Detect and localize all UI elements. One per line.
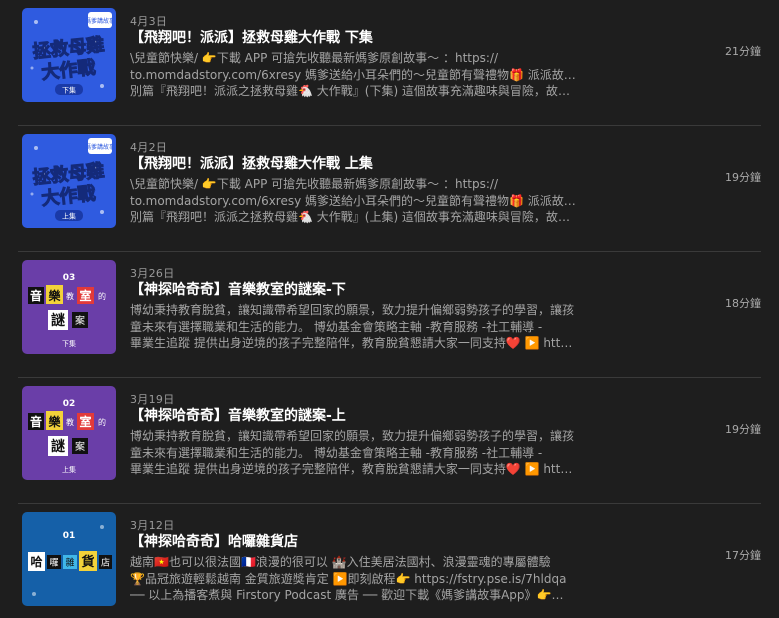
cover-letter: 謎: [51, 312, 65, 329]
episode-duration: 19分鐘: [725, 423, 761, 436]
episode-description: \兒童節快樂/ 👉下載 APP 可搶先收聽最新媽爹原創故事～ ：https://…: [130, 50, 580, 100]
cover-letter: 店: [101, 557, 110, 569]
description-line: to.momdadstory.com/6xresy 媽爹送給小耳朵們的～兒童節有…: [130, 193, 580, 208]
episode-title[interactable]: 【神探哈奇奇】音樂教室的謎案-上: [130, 405, 346, 425]
description-line: 🏆品冠旅遊輕鬆越南 金質旅遊獎肯定 ▶️即刻啟程👉 https://fstry.…: [130, 571, 567, 586]
cover-letter: 案: [75, 314, 85, 327]
cover-badge: 下集: [62, 86, 76, 95]
episode-description: \兒童節快樂/ 👉下載 APP 可搶先收聽最新媽爹原創故事～ ：https://…: [130, 176, 580, 226]
cover-corner-text: 媽爹講故事: [85, 143, 115, 151]
cover-letter: 雜: [65, 557, 74, 569]
cover-letter: 囉: [49, 558, 58, 569]
episode-title[interactable]: 【飛翔吧！派派】拯救母雞大作戰 上集: [130, 153, 373, 173]
cover-art: 媽爹講故事 拯救母雞 大作戰 上集: [22, 134, 116, 228]
cover-episode-number: 03: [63, 273, 76, 283]
description-line: 畢業生追蹤 提供出身逆境的孩子完整陪伴，教育脫貧懇請大家一同支持❤️ ▶️ ht…: [130, 336, 573, 350]
episode-list: 媽爹講故事 拯救母雞 大作戰 下集 4月3日 【飛翔吧！派派】拯救母雞大作戰 下…: [0, 0, 779, 618]
cover-letter: 教: [66, 417, 74, 427]
cover-letter: 案: [75, 440, 85, 453]
episode-cover[interactable]: 01 哈 囉 雜 貨 店: [22, 512, 116, 606]
cover-letter: 室: [79, 288, 91, 303]
episode-row[interactable]: 03 音 樂 教 室 的 謎 案 下集 3月26日 【神探哈奇奇】音樂教室的謎案…: [0, 252, 779, 378]
episode-duration: 18分鐘: [725, 297, 761, 310]
episode-description: 越南🇻🇳也可以很法國🇫🇷浪漫的很可以 🏰入住美居法國村、浪漫靈魂的專屬體驗 🏆品…: [130, 554, 580, 604]
cover-corner-text: 媽爹講故事: [85, 17, 115, 25]
episode-row[interactable]: 02 音 樂 教 室 的 謎 案 上集 3月19日 【神探哈奇奇】音樂教室的謎案…: [0, 378, 779, 504]
episode-title[interactable]: 【飛翔吧！派派】拯救母雞大作戰 下集: [130, 27, 373, 47]
description-line: 別篇『飛翔吧！派派之拯救母雞🐔 大作戰』(上集) 這個故事充滿趣味與冒險，故事…: [130, 210, 580, 224]
cover-letter: 音: [30, 288, 42, 303]
episode-row[interactable]: 媽爹講故事 拯救母雞 大作戰 下集 4月3日 【飛翔吧！派派】拯救母雞大作戰 下…: [0, 0, 779, 126]
episode-cover[interactable]: 03 音 樂 教 室 的 謎 案 下集: [22, 260, 116, 354]
cover-letter: 貨: [81, 554, 94, 570]
description-line: \兒童節快樂/ 👉下載 APP 可搶先收聽最新媽爹原創故事～ ：https://: [130, 51, 498, 65]
cover-letter: 的: [98, 417, 106, 427]
episode-cover[interactable]: 媽爹講故事 拯救母雞 大作戰 下集: [22, 8, 116, 102]
cover-badge: 上集: [62, 465, 76, 474]
episode-row[interactable]: 媽爹講故事 拯救母雞 大作戰 上集 4月2日 【飛翔吧！派派】拯救母雞大作戰 上…: [0, 126, 779, 252]
episode-duration: 21分鐘: [725, 45, 761, 58]
description-line: 童未來有選擇職業和生活的能力。 博幼基金會策略主軸 -教育服務 -社工輔導 -: [130, 445, 543, 460]
description-line: \兒童節快樂/ 👉下載 APP 可搶先收聽最新媽爹原創故事～ ：https://: [130, 177, 498, 191]
cover-letter: 樂: [47, 414, 61, 429]
description-line: 博幼秉持教育脫貧，讓知識帶希望回家的願景，致力提升偏鄉弱勢孩子的學習，讓孩: [130, 303, 575, 317]
description-line: 博幼秉持教育脫貧，讓知識帶希望回家的願景，致力提升偏鄉弱勢孩子的學習，讓孩: [130, 429, 575, 443]
cover-episode-number: 01: [63, 531, 76, 541]
episode-description: 博幼秉持教育脫貧，讓知識帶希望回家的願景，致力提升偏鄉弱勢孩子的學習，讓孩 童未…: [130, 428, 580, 478]
description-line: 別篇『飛翔吧！派派之拯救母雞🐔 大作戰』(下集) 這個故事充滿趣味與冒險，故事…: [130, 84, 580, 98]
episode-row[interactable]: 01 哈 囉 雜 貨 店 3月12日 【神探哈奇奇】哈囉雜貨店 越南🇻🇳也可以很…: [0, 504, 779, 618]
episode-duration: 17分鐘: [725, 549, 761, 562]
description-line: 畢業生追蹤 提供出身逆境的孩子完整陪伴，教育脫貧懇請大家一同支持❤️ ▶️ ht…: [130, 462, 573, 476]
episode-title[interactable]: 【神探哈奇奇】音樂教室的謎案-下: [130, 279, 346, 299]
cover-letter: 室: [79, 414, 91, 429]
cover-letter: 音: [30, 414, 42, 429]
episode-cover[interactable]: 媽爹講故事 拯救母雞 大作戰 上集: [22, 134, 116, 228]
episode-description: 博幼秉持教育脫貧，讓知識帶希望回家的願景，致力提升偏鄉弱勢孩子的學習，讓孩 童未…: [130, 302, 580, 352]
cover-badge: 上集: [62, 212, 76, 221]
cover-letter: 教: [66, 291, 74, 301]
description-line: 童未來有選擇職業和生活的能力。 博幼基金會策略主軸 -教育服務 -社工輔導 -: [130, 319, 543, 334]
cover-art: 01 哈 囉 雜 貨 店: [22, 512, 116, 606]
cover-letter: 哈: [30, 554, 42, 569]
cover-art: 02 音 樂 教 室 的 謎 案 上集: [22, 386, 116, 480]
cover-art: 媽爹講故事 拯救母雞 大作戰 下集: [22, 8, 116, 102]
cover-art: 03 音 樂 教 室 的 謎 案 下集: [22, 260, 116, 354]
episode-title[interactable]: 【神探哈奇奇】哈囉雜貨店: [130, 531, 298, 551]
cover-letter: 的: [98, 291, 106, 301]
cover-letter: 謎: [51, 438, 65, 455]
description-line: ── 以上為播客煮與 Firstory Podcast 廣告 ── 歡迎下載《媽…: [130, 588, 564, 602]
cover-letter: 樂: [47, 288, 61, 303]
episode-duration: 19分鐘: [725, 171, 761, 184]
episode-cover[interactable]: 02 音 樂 教 室 的 謎 案 上集: [22, 386, 116, 480]
cover-badge: 下集: [62, 339, 76, 348]
description-line: 越南🇻🇳也可以很法國🇫🇷浪漫的很可以 🏰入住美居法國村、浪漫靈魂的專屬體驗: [130, 555, 551, 569]
cover-episode-number: 02: [63, 399, 76, 409]
description-line: to.momdadstory.com/6xresy 媽爹送給小耳朵們的～兒童節有…: [130, 67, 580, 82]
